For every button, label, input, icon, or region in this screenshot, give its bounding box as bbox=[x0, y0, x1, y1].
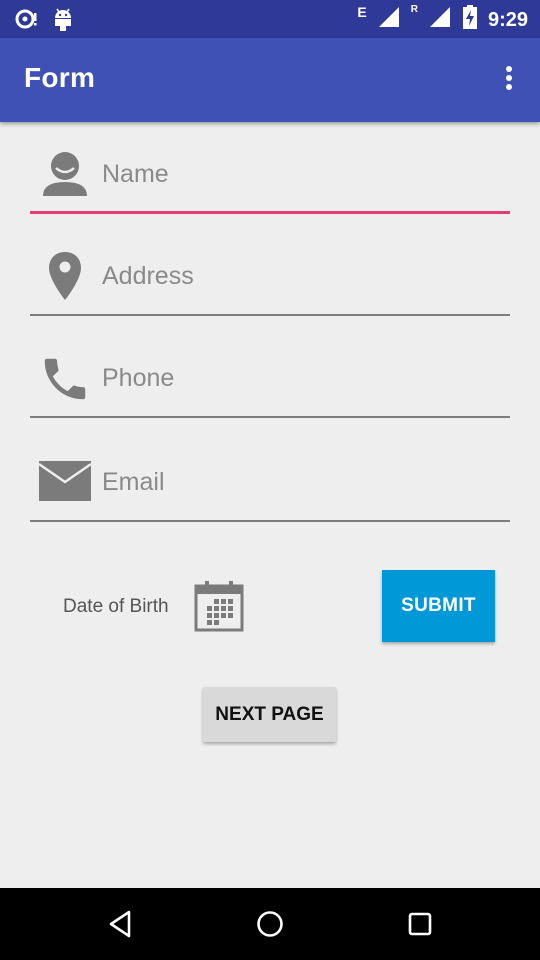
battery-charging-icon bbox=[462, 4, 478, 35]
name-input[interactable] bbox=[102, 156, 502, 192]
android-icon bbox=[52, 6, 74, 37]
dob-label: Date of Birth bbox=[63, 596, 169, 617]
phone-input[interactable] bbox=[102, 360, 502, 396]
status-right-icons: E R 9:29 bbox=[357, 4, 528, 35]
name-underline bbox=[30, 211, 510, 214]
submit-button[interactable]: SUBMIT bbox=[382, 570, 495, 642]
back-icon[interactable] bbox=[102, 906, 138, 942]
sync-icon bbox=[14, 7, 38, 36]
address-input[interactable] bbox=[102, 258, 502, 294]
person-icon bbox=[38, 146, 92, 200]
phone-field bbox=[30, 338, 510, 418]
email-input[interactable] bbox=[102, 464, 502, 500]
status-left-icons bbox=[14, 6, 74, 37]
navigation-bar bbox=[0, 888, 540, 960]
app-bar: Form bbox=[0, 38, 540, 122]
recents-icon[interactable] bbox=[402, 906, 438, 942]
location-pin-icon bbox=[38, 248, 92, 302]
email-icon bbox=[38, 460, 92, 514]
address-field bbox=[30, 236, 510, 316]
network-type: E bbox=[357, 4, 367, 20]
home-icon[interactable] bbox=[252, 906, 288, 942]
roaming-signal-icon bbox=[428, 5, 452, 34]
roaming-indicator: R bbox=[410, 4, 418, 15]
email-field bbox=[30, 442, 510, 522]
address-underline bbox=[30, 314, 510, 316]
phone-underline bbox=[30, 416, 510, 418]
name-field bbox=[30, 134, 510, 214]
more-vert-icon[interactable] bbox=[504, 66, 514, 96]
phone-icon bbox=[38, 352, 92, 406]
next-page-button[interactable]: NEXT PAGE bbox=[203, 687, 336, 742]
status-bar: E R 9:29 bbox=[0, 0, 540, 38]
email-underline bbox=[30, 520, 510, 522]
signal-icon bbox=[377, 5, 401, 34]
status-time: 9:29 bbox=[487, 8, 528, 31]
calendar-icon[interactable] bbox=[194, 580, 244, 632]
app-title: Form bbox=[24, 62, 96, 93]
